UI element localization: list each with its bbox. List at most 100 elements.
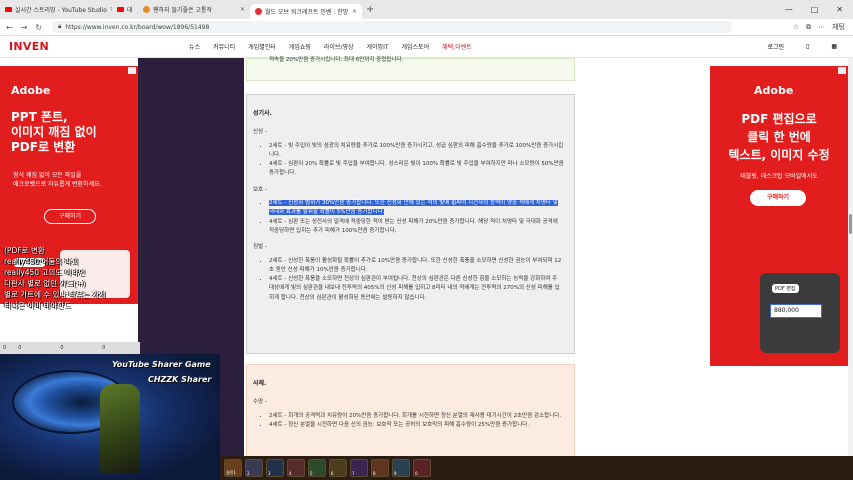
menu-icon[interactable]: ⋯ [818,23,825,31]
menu-game-store[interactable]: 게임스토어 [402,42,430,51]
stream-chat-overlay: (PDF로 변환 really450 어둠의 파괴 really450 고의도 … [0,245,145,355]
close-icon[interactable]: ✕ [240,6,245,13]
spec-retribution: 징벌 - 2세트 - 신성한 폭풍이 활성화될 확률이 추가로 10%만큼 증가… [253,243,574,303]
back-icon[interactable]: ← [6,23,13,32]
ad-headline-3: 텍스트, 이미지 수정 [728,148,830,162]
ad-buy-button[interactable]: 구매하기 [750,190,806,206]
forward-icon[interactable]: → [21,23,28,32]
list-item: 2세트 - 신성한 폭풍이 활성화될 확률이 추가로 10%만큼 증가합니다. … [269,257,574,276]
tab-label: 실시간 스트리밍 - YouTube Studio [15,7,107,14]
star-icon[interactable]: ☆ [793,23,799,31]
paladin-box: 성기사. 신성 - 2세트 - 빛 주입이 빛의 섬광의 치유량을 추가로 10… [246,94,575,354]
url-text: https://www.inven.co.kr/board/wow/1896/5… [65,23,210,31]
ad-headline-2: 이미지 깨짐 없이 [11,125,97,139]
grid-menu-icon[interactable]: ▦ [831,43,837,50]
info-box-top: 적속을 20%만큼 증가시킵니다. 최대 6만까지 중첩됩니다. [246,57,575,81]
menu-events[interactable]: 혜택,이벤트 [442,42,472,51]
ad-headline-1: PPT 폰트, [11,110,68,124]
ad-price-field: 880,000 [770,304,822,318]
spec-heading: 징벌 - [253,244,267,251]
list-item: 4세트 - 심판이 20% 확률로 빛 주입을 부여합니다. 성스러운 빛이 1… [269,160,574,179]
stream-stat-bar: 0 0 0 0 [0,342,140,354]
maximize-button[interactable]: □ [811,5,819,14]
ad-sub-2: 애크로뱃으로 자유롭게 변환하세요. [13,181,102,188]
game-character [100,384,140,474]
inven-icon [255,8,262,15]
stat-count: 0 [102,345,106,351]
menu-news[interactable]: 뉴스 [189,42,200,51]
tab-site[interactable]: 팬하지 들기좋은 고통작 ✕ [138,2,250,17]
menu-game-inter[interactable]: 게임별인터 [248,42,276,51]
reload-icon[interactable]: ↻ [35,23,42,32]
spec-protection: 보호 - 2세트 - 신성화 범위가 30%만큼 증가합니다. 또한 신성화 안… [253,186,574,236]
menu-live[interactable]: 라이브/영상 [324,42,354,51]
action-slot[interactable]: 3 [266,459,284,477]
tab-youtube-2[interactable]: 대 [112,2,138,17]
ad-info-icon[interactable] [128,67,136,74]
action-slot[interactable]: 실전1 [224,459,242,477]
window-controls: — □ ✕ [785,5,853,14]
class-title: 사제. [253,380,267,387]
article-body: 적속을 20%만큼 증가시킵니다. 최대 6만까지 중첩됩니다. 성기사. 신성… [244,57,577,480]
class-title: 성기사. [253,110,272,117]
ad-headline-1: PDF 편집으로 [741,112,817,126]
close-icon[interactable]: ✕ [352,8,357,15]
action-slot[interactable]: 4 [287,459,305,477]
top-line: 적속을 20%만큼 증가시킵니다. 최대 6만까지 중첩됩니다. [269,57,404,63]
adobe-logo: Adobe [754,84,794,97]
list-item: 2세트 - 빛 주입이 빛의 섬광의 치유량을 추가로 100%만큼 증가시키고… [269,142,574,161]
menu-gaming-it[interactable]: 게이밍IT [367,42,389,51]
menu-community[interactable]: 커뮤니티 [213,42,235,51]
action-slot[interactable]: 8 [371,459,389,477]
ad-buy-button[interactable]: 구매하기 [44,209,96,224]
new-tab-button[interactable]: + [366,4,374,15]
spec-holy: 신성 - 2세트 - 빛 주입이 빛의 섬광의 치유량을 추가로 100%만큼 … [253,128,574,178]
list-item: 2세트 - 회개의 공격력과 치유량이 20%만큼 증가합니다. 회개를 시전하… [269,412,574,421]
tab-label: 대 [127,7,133,14]
extensions-icon[interactable]: ⧉ [806,23,811,32]
ad-headline-2: 클릭 한 번에 [747,130,811,144]
chat-line: really450 고의도 이라면 [4,268,86,277]
action-slot[interactable]: 7 [350,459,368,477]
game-stream-view: YouTube Sharer Game CHZZK Sharer [0,354,220,480]
address-bar: ← → ↻ 🔒︎ https://www.inven.co.kr/board/w… [0,19,853,36]
login-link[interactable]: 로그인 [767,42,784,51]
inven-logo[interactable]: INVEN [9,40,49,53]
spec-discipline: 수양 - 2세트 - 회개의 공격력과 치유량이 20%만큼 증가합니다. 회개… [253,398,574,430]
minimize-button[interactable]: — [785,5,793,14]
list-item: 4세트 - 신성한 폭풍을 소모하면 천상의 심판관이 부여됩니다. 천상의 심… [269,275,574,303]
site-menu: 뉴스 커뮤니티 게임별인터 게임쇼핑 라이브/영상 게이밍IT 게임스토어 혜택… [189,42,472,51]
profile-button[interactable]: 채팅 [832,22,845,32]
tab-label: 월드 오브 워크래프트 인벤 : 한밤 [265,9,349,16]
action-slot[interactable]: 6 [329,459,347,477]
menu-game-shop[interactable]: 게임쇼핑 [289,42,311,51]
spec-heading: 보호 - [253,186,267,193]
mobile-icon[interactable]: ▯ [806,43,809,50]
tab-inven[interactable]: 월드 오브 워크래프트 인벤 : 한밤 ✕ [250,4,362,19]
action-slot[interactable]: 9 [392,459,410,477]
close-window-button[interactable]: ✕ [836,5,843,14]
adobe-logo: Adobe [11,84,51,97]
stat-count: 0 [18,345,22,351]
overlay-chzzk-sharer: CHZZK Sharer [148,375,212,384]
site-header: INVEN 뉴스 커뮤니티 게임별인터 게임쇼핑 라이브/영상 게이밍IT 게임… [0,36,853,58]
scrollbar[interactable] [848,58,853,480]
action-slot[interactable]: 0 [413,459,431,477]
youtube-icon [117,7,124,12]
list-item: 4세트 - 심판 또는 성전사의 일격에 적중당한 적이 받는 신성 피해가 2… [269,218,574,237]
tab-youtube-studio[interactable]: 실시간 스트리밍 - YouTube Studio ✕ [0,2,112,17]
ad-sub: 태블릿, 데스크탑 모바일에서도 [740,173,818,180]
list-item-selected: 2세트 - 신성화 범위가 30%만큼 증가합니다. 또한 신성화 안에 있는 … [269,199,574,218]
overlay-youtube-sharer: YouTube Sharer Game [112,360,211,369]
stat-count: 0 [60,345,64,351]
browser-tab-bar: 실시간 스트리밍 - YouTube Studio ✕ 대 팬하지 들기좋은 고… [0,0,853,19]
action-slot[interactable]: 2 [245,459,263,477]
lock-icon: 🔒︎ [58,23,62,30]
chat-line: really450 어둠의 파괴 [4,257,79,266]
chat-line: 별로 가트에 수 있나 타우는 가게 [4,290,106,299]
tab-label: 팬하지 들기좋은 고통작 [153,7,213,14]
action-slot[interactable]: 5 [308,459,326,477]
url-field[interactable]: 🔒︎ https://www.inven.co.kr/board/wow/189… [52,21,733,33]
ad-info-icon[interactable] [838,67,846,74]
scrollbar-thumb[interactable] [849,214,852,234]
